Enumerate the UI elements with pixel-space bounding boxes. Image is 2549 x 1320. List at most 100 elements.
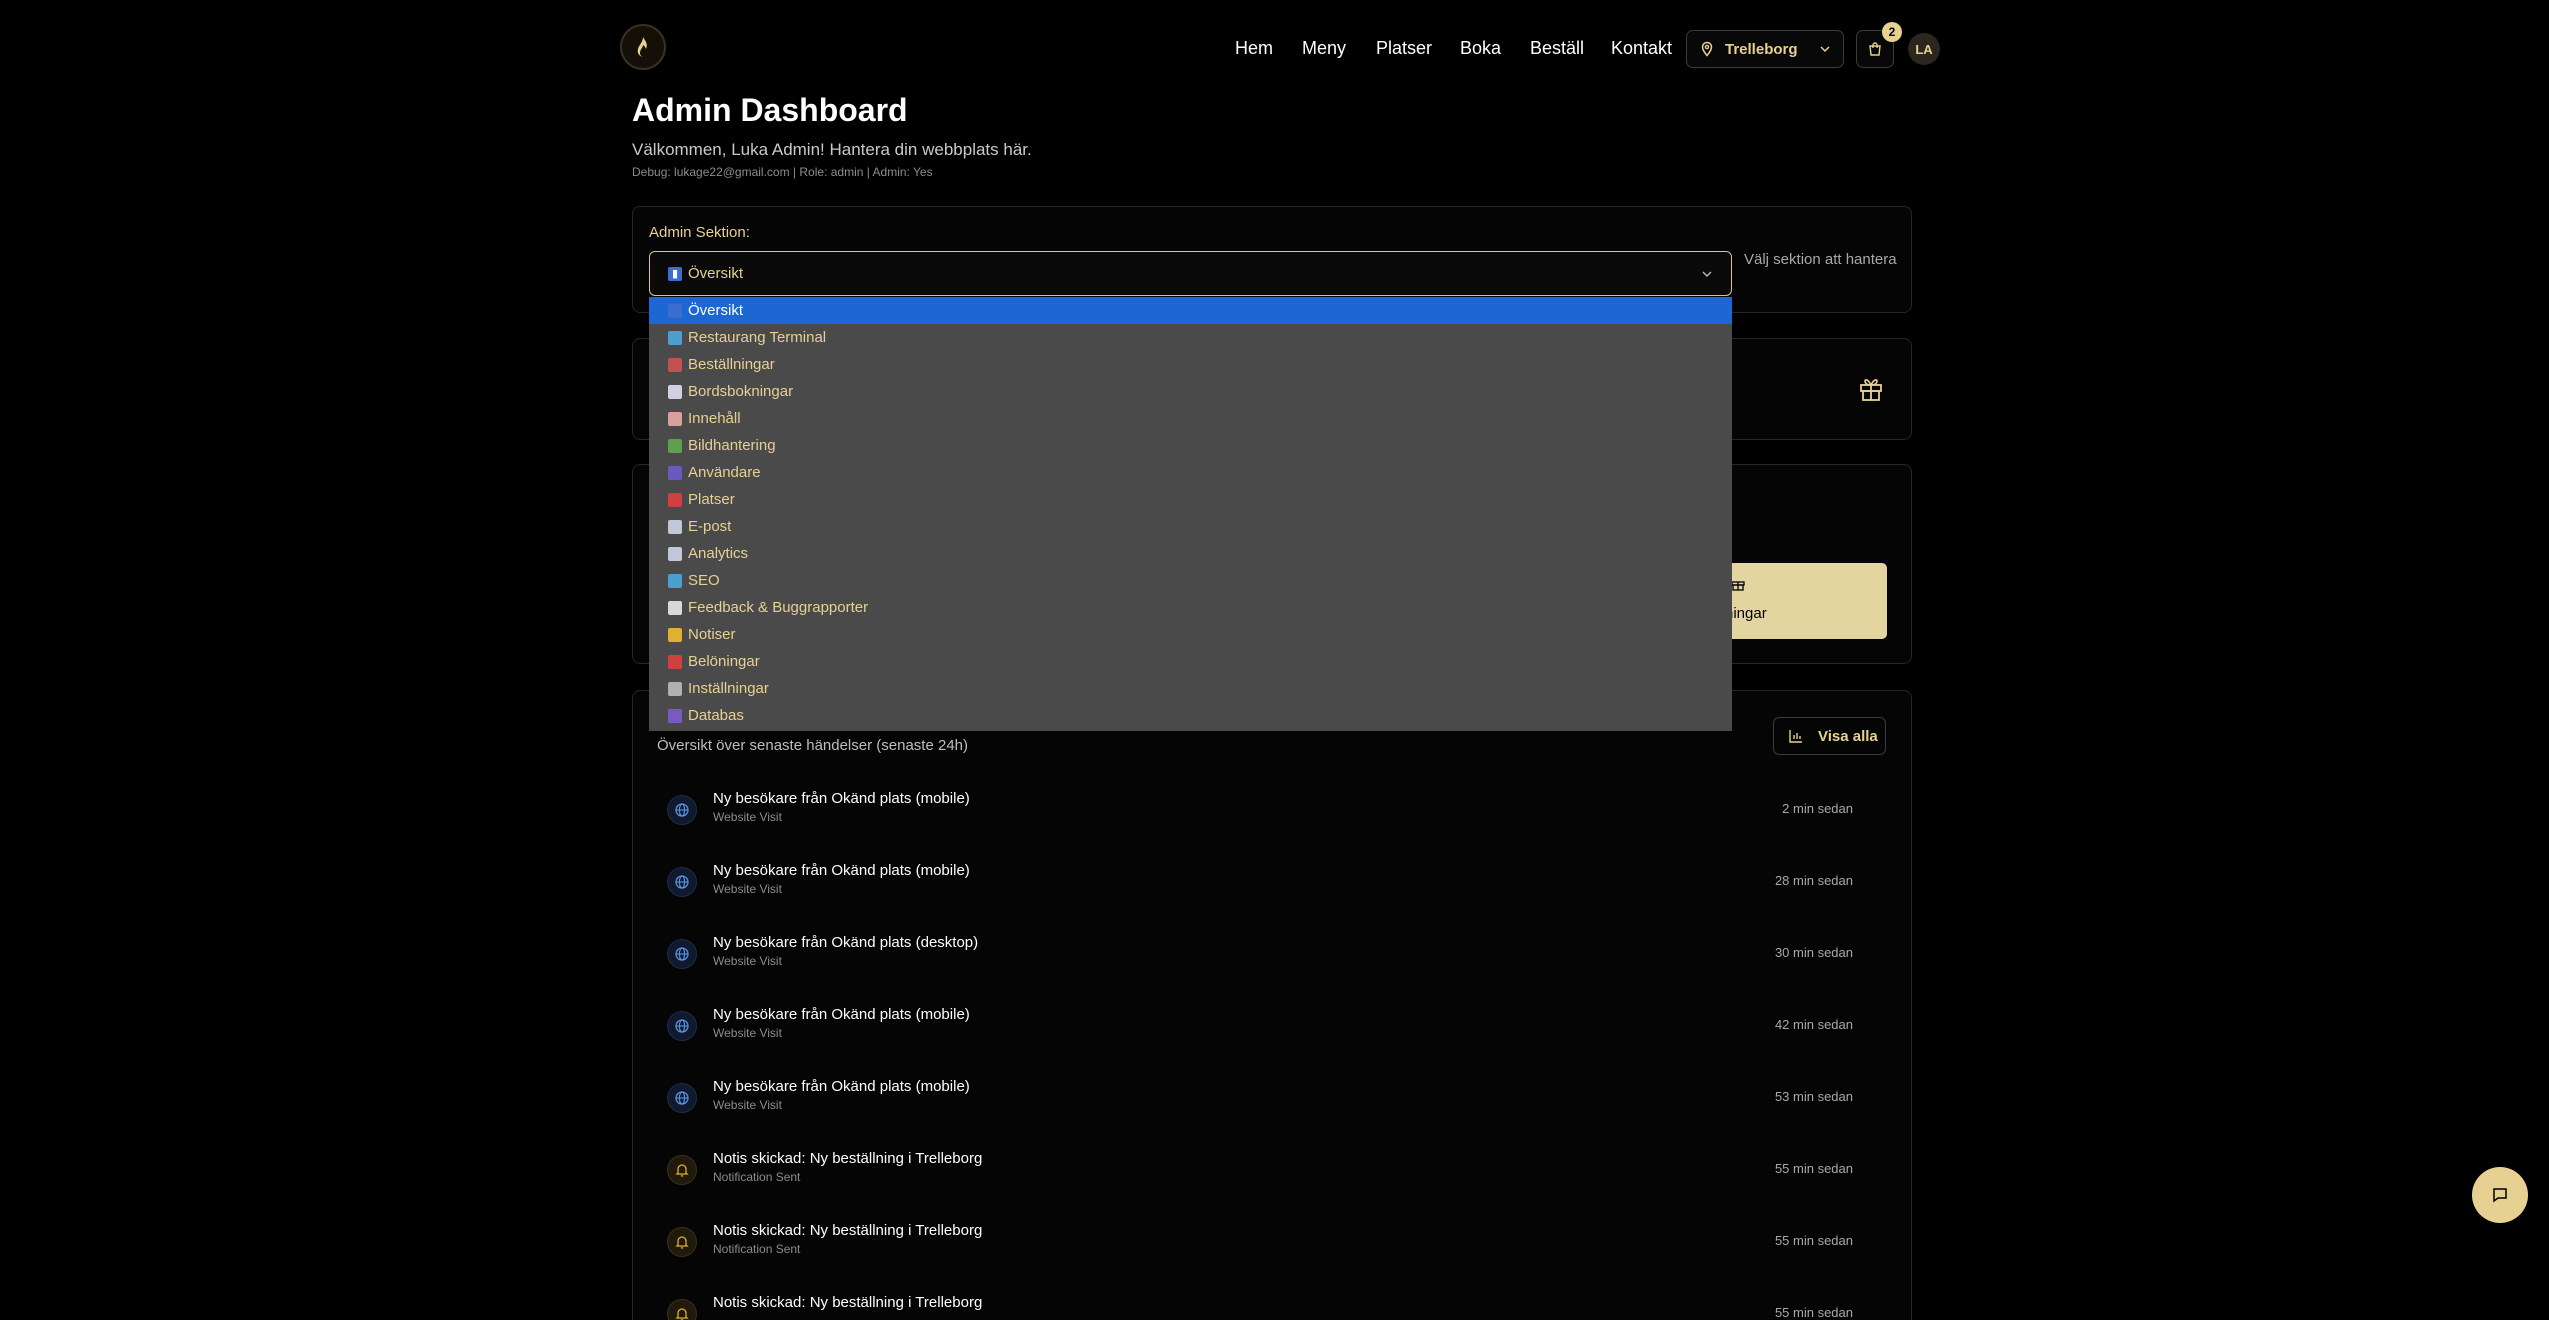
activity-type: Notification Sent xyxy=(713,1242,801,1256)
option-label: Notiser xyxy=(688,626,736,643)
option-label: Användare xyxy=(688,464,761,481)
nav-link-label: Kontakt xyxy=(1611,37,1673,58)
dropdown-option[interactable]: Analytics xyxy=(649,540,1732,567)
activity-time: 30 min sedan xyxy=(1774,945,1853,960)
activity-row: Ny besökare från Okänd plats (mobile) Web… xyxy=(657,789,1877,837)
dropdown-option[interactable]: Feedback & Buggrapporter xyxy=(649,594,1732,621)
chat-button[interactable] xyxy=(2472,1167,2528,1223)
dropdown-option[interactable]: Översikt xyxy=(649,297,1732,324)
activity-row: Notis skickad: Ny beställning i Trellebo… xyxy=(657,1293,1877,1320)
option-label: Bildhantering xyxy=(688,437,776,454)
view-all-label: Visa alla xyxy=(1818,727,1878,745)
option-icon xyxy=(668,438,682,453)
globe-icon xyxy=(667,1011,697,1041)
activity-row: Ny besökare från Okänd plats (mobile) Web… xyxy=(657,1077,1877,1125)
option-label: E-post xyxy=(688,518,732,535)
gift-icon xyxy=(1860,379,1882,401)
dropdown-option[interactable]: Platser xyxy=(649,486,1732,513)
cart-count-badge: 2 xyxy=(1882,22,1902,42)
activity-type: Website Visit xyxy=(713,1026,782,1040)
option-icon xyxy=(668,357,682,372)
activity-title: Ny besökare från Okänd plats (desktop) xyxy=(713,934,979,951)
option-icon xyxy=(668,519,682,534)
option-icon xyxy=(668,573,682,588)
site-logo[interactable] xyxy=(620,24,666,70)
nav-link-label: Boka xyxy=(1460,37,1502,58)
bell-icon xyxy=(667,1155,697,1185)
dropdown-option[interactable]: Belöningar xyxy=(649,648,1732,675)
user-avatar[interactable]: LA xyxy=(1908,33,1940,65)
activity-time: 55 min sedan xyxy=(1774,1233,1853,1248)
option-icon xyxy=(668,303,682,318)
activity-type: Website Visit xyxy=(713,810,782,824)
dropdown-option[interactable]: Användare xyxy=(649,459,1732,486)
nav-link-boka[interactable]: Boka xyxy=(1460,30,1501,66)
option-label: SEO xyxy=(688,572,720,589)
dropdown-option[interactable]: Notiser xyxy=(649,621,1732,648)
option-icon xyxy=(668,600,682,615)
activity-title: Notis skickad: Ny beställning i Trellebo… xyxy=(713,1294,983,1311)
section-dropdown-list: Översikt Restaurang Terminal Beställningar… xyxy=(649,297,1732,731)
dropdown-option[interactable]: Innehåll xyxy=(649,405,1732,432)
map-pin-icon xyxy=(1701,41,1713,57)
globe-icon xyxy=(667,939,697,969)
nav-link-label: Platser xyxy=(1376,37,1433,58)
section-hint: Välj sektion att hantera xyxy=(1744,251,1897,268)
chart-icon: ▮ xyxy=(668,266,682,281)
option-label: Belöningar xyxy=(688,653,760,670)
dropdown-option[interactable]: Bordsbokningar xyxy=(649,378,1732,405)
option-label: Databas xyxy=(688,707,744,724)
page-title: Admin Dashboard xyxy=(632,92,908,128)
option-icon xyxy=(668,384,682,399)
gift-icon xyxy=(1731,581,1745,591)
activity-title: Ny besökare från Okänd plats (mobile) xyxy=(713,1006,970,1023)
option-label: Innehåll xyxy=(688,410,741,427)
option-icon xyxy=(668,627,682,642)
dropdown-option[interactable]: Beställningar xyxy=(649,351,1732,378)
admin-section-select[interactable]: ▮ Översikt xyxy=(649,251,1732,296)
dropdown-option[interactable]: Restaurang Terminal xyxy=(649,324,1732,351)
globe-icon xyxy=(667,867,697,897)
chevron-down-icon xyxy=(1820,46,1830,53)
location-label: Trelleborg xyxy=(1725,40,1798,58)
dropdown-option[interactable]: Databas xyxy=(649,702,1732,729)
activity-time: 55 min sedan xyxy=(1774,1161,1853,1176)
activity-subtitle: Översikt över senaste händelser (senaste… xyxy=(657,737,968,754)
activity-title: Ny besökare från Okänd plats (mobile) xyxy=(713,790,970,807)
activity-time: 55 min sedan xyxy=(1774,1305,1853,1320)
activity-row: Notis skickad: Ny beställning i Trellebo… xyxy=(657,1149,1877,1197)
option-icon xyxy=(668,654,682,669)
dropdown-option[interactable]: Bildhantering xyxy=(649,432,1732,459)
activity-row: Ny besökare från Okänd plats (mobile) Web… xyxy=(657,861,1877,909)
nav-link-kontakt[interactable]: Kontakt xyxy=(1611,30,1672,66)
bell-icon xyxy=(667,1299,697,1320)
debug-info: Debug: lukage22@gmail.com | Role: admin … xyxy=(632,165,933,179)
activity-title: Notis skickad: Ny beställning i Trellebo… xyxy=(713,1222,983,1239)
nav-link-bestall[interactable]: Beställ xyxy=(1530,30,1584,66)
dropdown-option[interactable]: Inställningar xyxy=(649,675,1732,702)
nav-link-label: Meny xyxy=(1302,37,1347,58)
view-all-button[interactable]: Visa alla xyxy=(1773,717,1886,755)
activity-title: Ny besökare från Okänd plats (mobile) xyxy=(713,862,970,879)
nav-link-hem[interactable]: Hem xyxy=(1235,30,1273,66)
option-label: Feedback & Buggrapporter xyxy=(688,599,869,616)
welcome-text: Välkommen, Luka Admin! Hantera din webbp… xyxy=(632,140,1032,159)
activity-row: Ny besökare från Okänd plats (desktop) We… xyxy=(657,933,1877,981)
shopping-bag-icon xyxy=(1869,42,1881,56)
dropdown-option[interactable]: E-post xyxy=(649,513,1732,540)
option-label: Inställningar xyxy=(688,680,769,697)
activity-type: Website Visit xyxy=(713,882,782,896)
nav-link-meny[interactable]: Meny xyxy=(1302,30,1346,66)
activity-type: Website Visit xyxy=(713,954,782,968)
nav-link-platser[interactable]: Platser xyxy=(1376,30,1432,66)
activity-title: Notis skickad: Ny beställning i Trellebo… xyxy=(713,1150,983,1167)
option-icon xyxy=(668,681,682,696)
activity-row: Notis skickad: Ny beställning i Trellebo… xyxy=(657,1221,1877,1269)
option-label: Analytics xyxy=(688,545,749,562)
location-selector[interactable]: Trelleborg xyxy=(1686,30,1844,68)
activity-type: Website Visit xyxy=(713,1098,782,1112)
rewards-quick-button[interactable]: ningar xyxy=(1725,563,1887,639)
option-icon xyxy=(668,546,682,561)
option-icon xyxy=(668,708,682,723)
dropdown-option[interactable]: SEO xyxy=(649,567,1732,594)
